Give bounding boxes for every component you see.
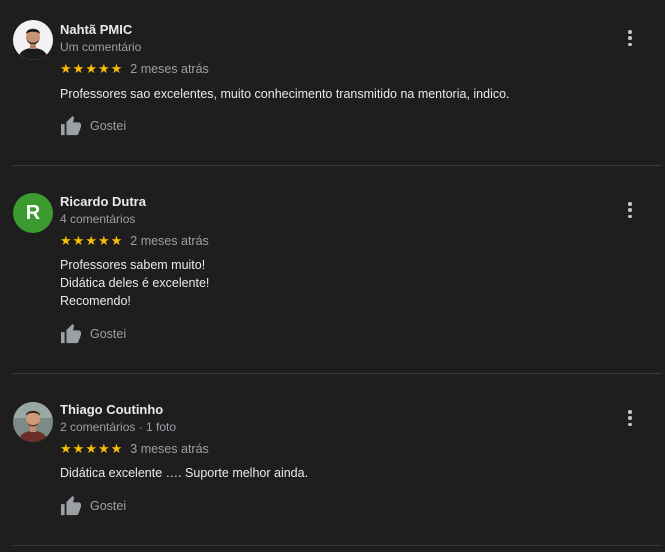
author-review-count: 2 comentários · 1 foto [60, 420, 177, 434]
like-label: Gostei [90, 119, 127, 133]
review-date: 3 meses atrás [130, 442, 209, 456]
star-icon: ★ [85, 233, 97, 249]
review-text: Professores sabem muito! Didática deles … [60, 256, 209, 310]
avatar[interactable] [13, 402, 53, 442]
avatar-letter: R [25, 202, 41, 224]
review-date: 2 meses atrás [130, 234, 209, 248]
review-text-line: Didática excelente …. Suporte melhor ain… [60, 466, 309, 480]
star-icon: ★ [110, 441, 123, 457]
avatar[interactable] [13, 20, 53, 60]
rating-row: ★ ★ ★ ★ ★ 2 meses atrás [60, 61, 209, 77]
star-rating: ★ ★ ★ ★ ★ [60, 63, 122, 76]
review-text-line: Professores sabem muito! [60, 258, 206, 272]
star-icon: ★ [85, 61, 97, 77]
star-icon: ★ [110, 61, 123, 77]
like-label: Gostei [90, 327, 127, 341]
star-rating: ★ ★ ★ ★ ★ [60, 235, 122, 248]
star-icon: ★ [110, 233, 123, 249]
more-options-icon[interactable] [622, 29, 638, 47]
star-icon: ★ [97, 441, 110, 457]
star-icon: ★ [97, 61, 110, 77]
like-button[interactable]: Gostei [60, 495, 126, 517]
star-icon: ★ [60, 61, 72, 77]
review-text: Professores sao excelentes, muito conhec… [60, 85, 510, 103]
review-text-line: Recomendo! [60, 294, 131, 308]
star-icon: ★ [72, 441, 85, 457]
divider [13, 165, 661, 166]
profile-photo-icon [13, 20, 53, 60]
profile-photo-icon [13, 402, 53, 442]
like-button[interactable]: Gostei [60, 323, 126, 345]
divider [13, 373, 661, 374]
thumbs-up-icon [61, 496, 81, 516]
star-icon: ★ [97, 233, 110, 249]
like-label: Gostei [90, 499, 127, 513]
more-options-icon[interactable] [622, 409, 638, 427]
review-date: 2 meses atrás [130, 62, 209, 76]
rating-row: ★ ★ ★ ★ ★ 3 meses atrás [60, 441, 209, 457]
thumbs-up-icon [61, 116, 81, 136]
avatar[interactable]: R [13, 193, 53, 233]
star-icon: ★ [60, 233, 72, 249]
review-text-line: Didática deles é excelente! [60, 276, 210, 290]
review-text-line: Professores sao excelentes, muito conhec… [60, 87, 510, 101]
like-button[interactable]: Gostei [60, 115, 126, 137]
author-name[interactable]: Nahtã PMIC [60, 22, 132, 37]
thumbs-up-icon [61, 324, 81, 344]
author-review-count: 4 comentários [60, 212, 136, 226]
review-text: Didática excelente …. Suporte melhor ain… [60, 464, 308, 482]
author-name[interactable]: Thiago Coutinho [60, 402, 163, 417]
author-review-count: Um comentário [60, 40, 142, 54]
rating-row: ★ ★ ★ ★ ★ 2 meses atrás [60, 233, 209, 249]
star-icon: ★ [60, 441, 72, 457]
author-name[interactable]: Ricardo Dutra [60, 194, 146, 209]
star-icon: ★ [72, 61, 85, 77]
star-icon: ★ [72, 233, 85, 249]
star-icon: ★ [85, 441, 97, 457]
star-rating: ★ ★ ★ ★ ★ [60, 443, 122, 456]
divider [13, 545, 661, 546]
more-options-icon[interactable] [622, 201, 638, 219]
